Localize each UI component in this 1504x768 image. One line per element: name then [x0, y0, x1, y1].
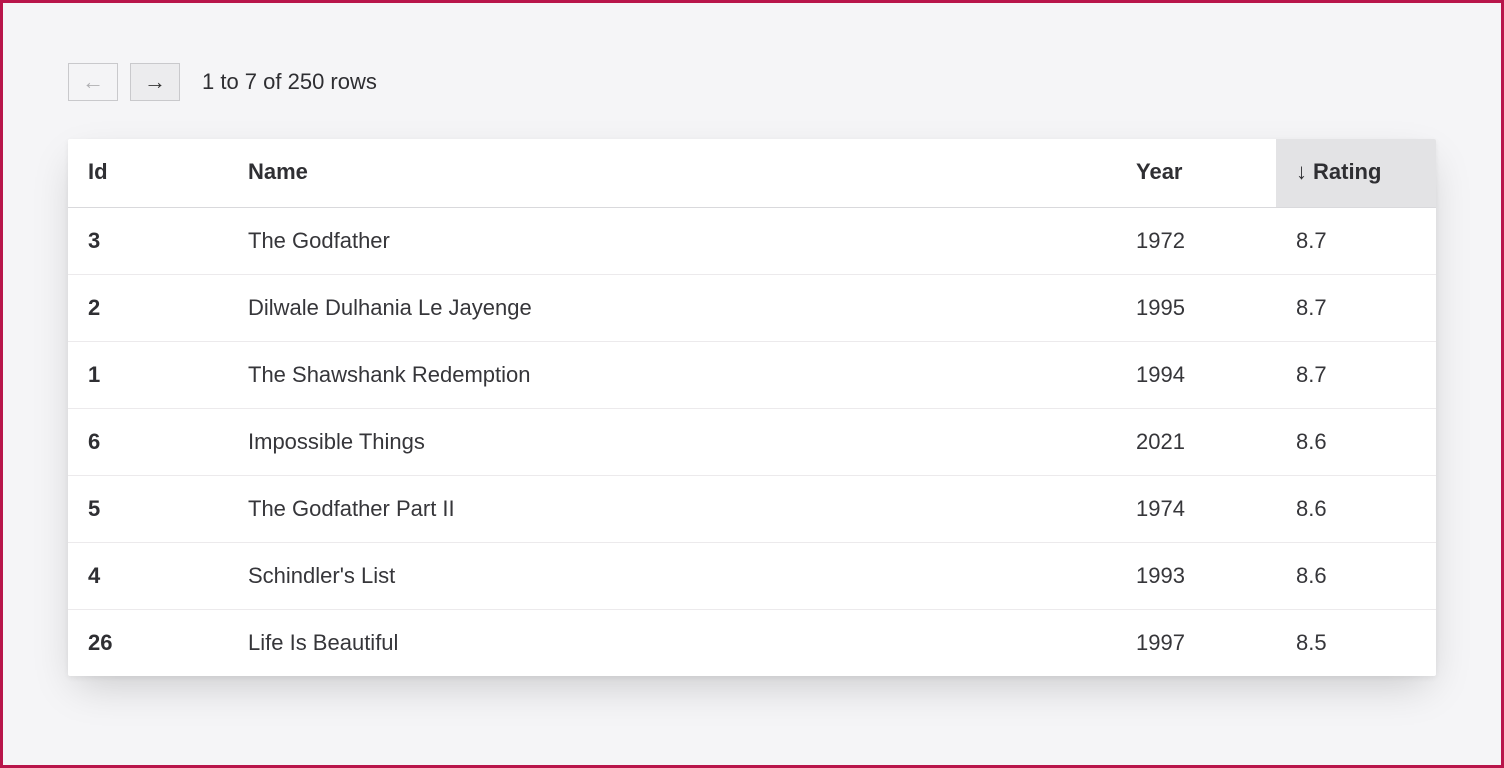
table-row: 2Dilwale Dulhania Le Jayenge19958.7	[68, 275, 1436, 342]
cell-name: The Godfather	[228, 208, 1116, 275]
cell-id: 6	[68, 409, 228, 476]
table-row: 5The Godfather Part II19748.6	[68, 476, 1436, 543]
table-row: 1The Shawshank Redemption19948.7	[68, 342, 1436, 409]
sort-down-icon: ↓	[1296, 159, 1307, 184]
pager-next-button[interactable]: →	[130, 63, 180, 101]
table-row: 26Life Is Beautiful19978.5	[68, 610, 1436, 677]
col-header-id[interactable]: Id	[68, 139, 228, 208]
data-table: Id Name Year ↓Rating 3The Godfather19728…	[68, 139, 1436, 676]
cell-rating: 8.7	[1276, 208, 1436, 275]
cell-year: 1993	[1116, 543, 1276, 610]
col-header-name[interactable]: Name	[228, 139, 1116, 208]
cell-rating: 8.6	[1276, 409, 1436, 476]
col-header-rating-label: Rating	[1313, 159, 1381, 184]
cell-rating: 8.7	[1276, 275, 1436, 342]
pager-prev-button[interactable]: ←	[68, 63, 118, 101]
cell-name: Impossible Things	[228, 409, 1116, 476]
cell-id: 1	[68, 342, 228, 409]
arrow-left-icon: ←	[82, 69, 104, 95]
cell-year: 1997	[1116, 610, 1276, 677]
cell-rating: 8.6	[1276, 543, 1436, 610]
pager-status: 1 to 7 of 250 rows	[202, 69, 377, 95]
table-row: 3The Godfather19728.7	[68, 208, 1436, 275]
cell-id: 26	[68, 610, 228, 677]
cell-rating: 8.5	[1276, 610, 1436, 677]
cell-name: Schindler's List	[228, 543, 1116, 610]
cell-rating: 8.7	[1276, 342, 1436, 409]
col-header-year[interactable]: Year	[1116, 139, 1276, 208]
cell-year: 1974	[1116, 476, 1276, 543]
cell-rating: 8.6	[1276, 476, 1436, 543]
cell-year: 1972	[1116, 208, 1276, 275]
arrow-right-icon: →	[144, 69, 166, 95]
cell-year: 1995	[1116, 275, 1276, 342]
cell-name: Dilwale Dulhania Le Jayenge	[228, 275, 1116, 342]
table-card: Id Name Year ↓Rating 3The Godfather19728…	[68, 139, 1436, 676]
cell-year: 1994	[1116, 342, 1276, 409]
col-header-rating[interactable]: ↓Rating	[1276, 139, 1436, 208]
cell-id: 2	[68, 275, 228, 342]
cell-name: Life Is Beautiful	[228, 610, 1116, 677]
table-row: 6Impossible Things20218.6	[68, 409, 1436, 476]
table-row: 4Schindler's List19938.6	[68, 543, 1436, 610]
cell-name: The Shawshank Redemption	[228, 342, 1116, 409]
page-root: ← → 1 to 7 of 250 rows Id Name Year ↓Rat…	[3, 3, 1501, 736]
cell-id: 4	[68, 543, 228, 610]
table-body: 3The Godfather19728.72Dilwale Dulhania L…	[68, 208, 1436, 677]
cell-id: 5	[68, 476, 228, 543]
cell-year: 2021	[1116, 409, 1276, 476]
pager: ← → 1 to 7 of 250 rows	[68, 63, 1436, 101]
cell-id: 3	[68, 208, 228, 275]
table-header-row: Id Name Year ↓Rating	[68, 139, 1436, 208]
cell-name: The Godfather Part II	[228, 476, 1116, 543]
